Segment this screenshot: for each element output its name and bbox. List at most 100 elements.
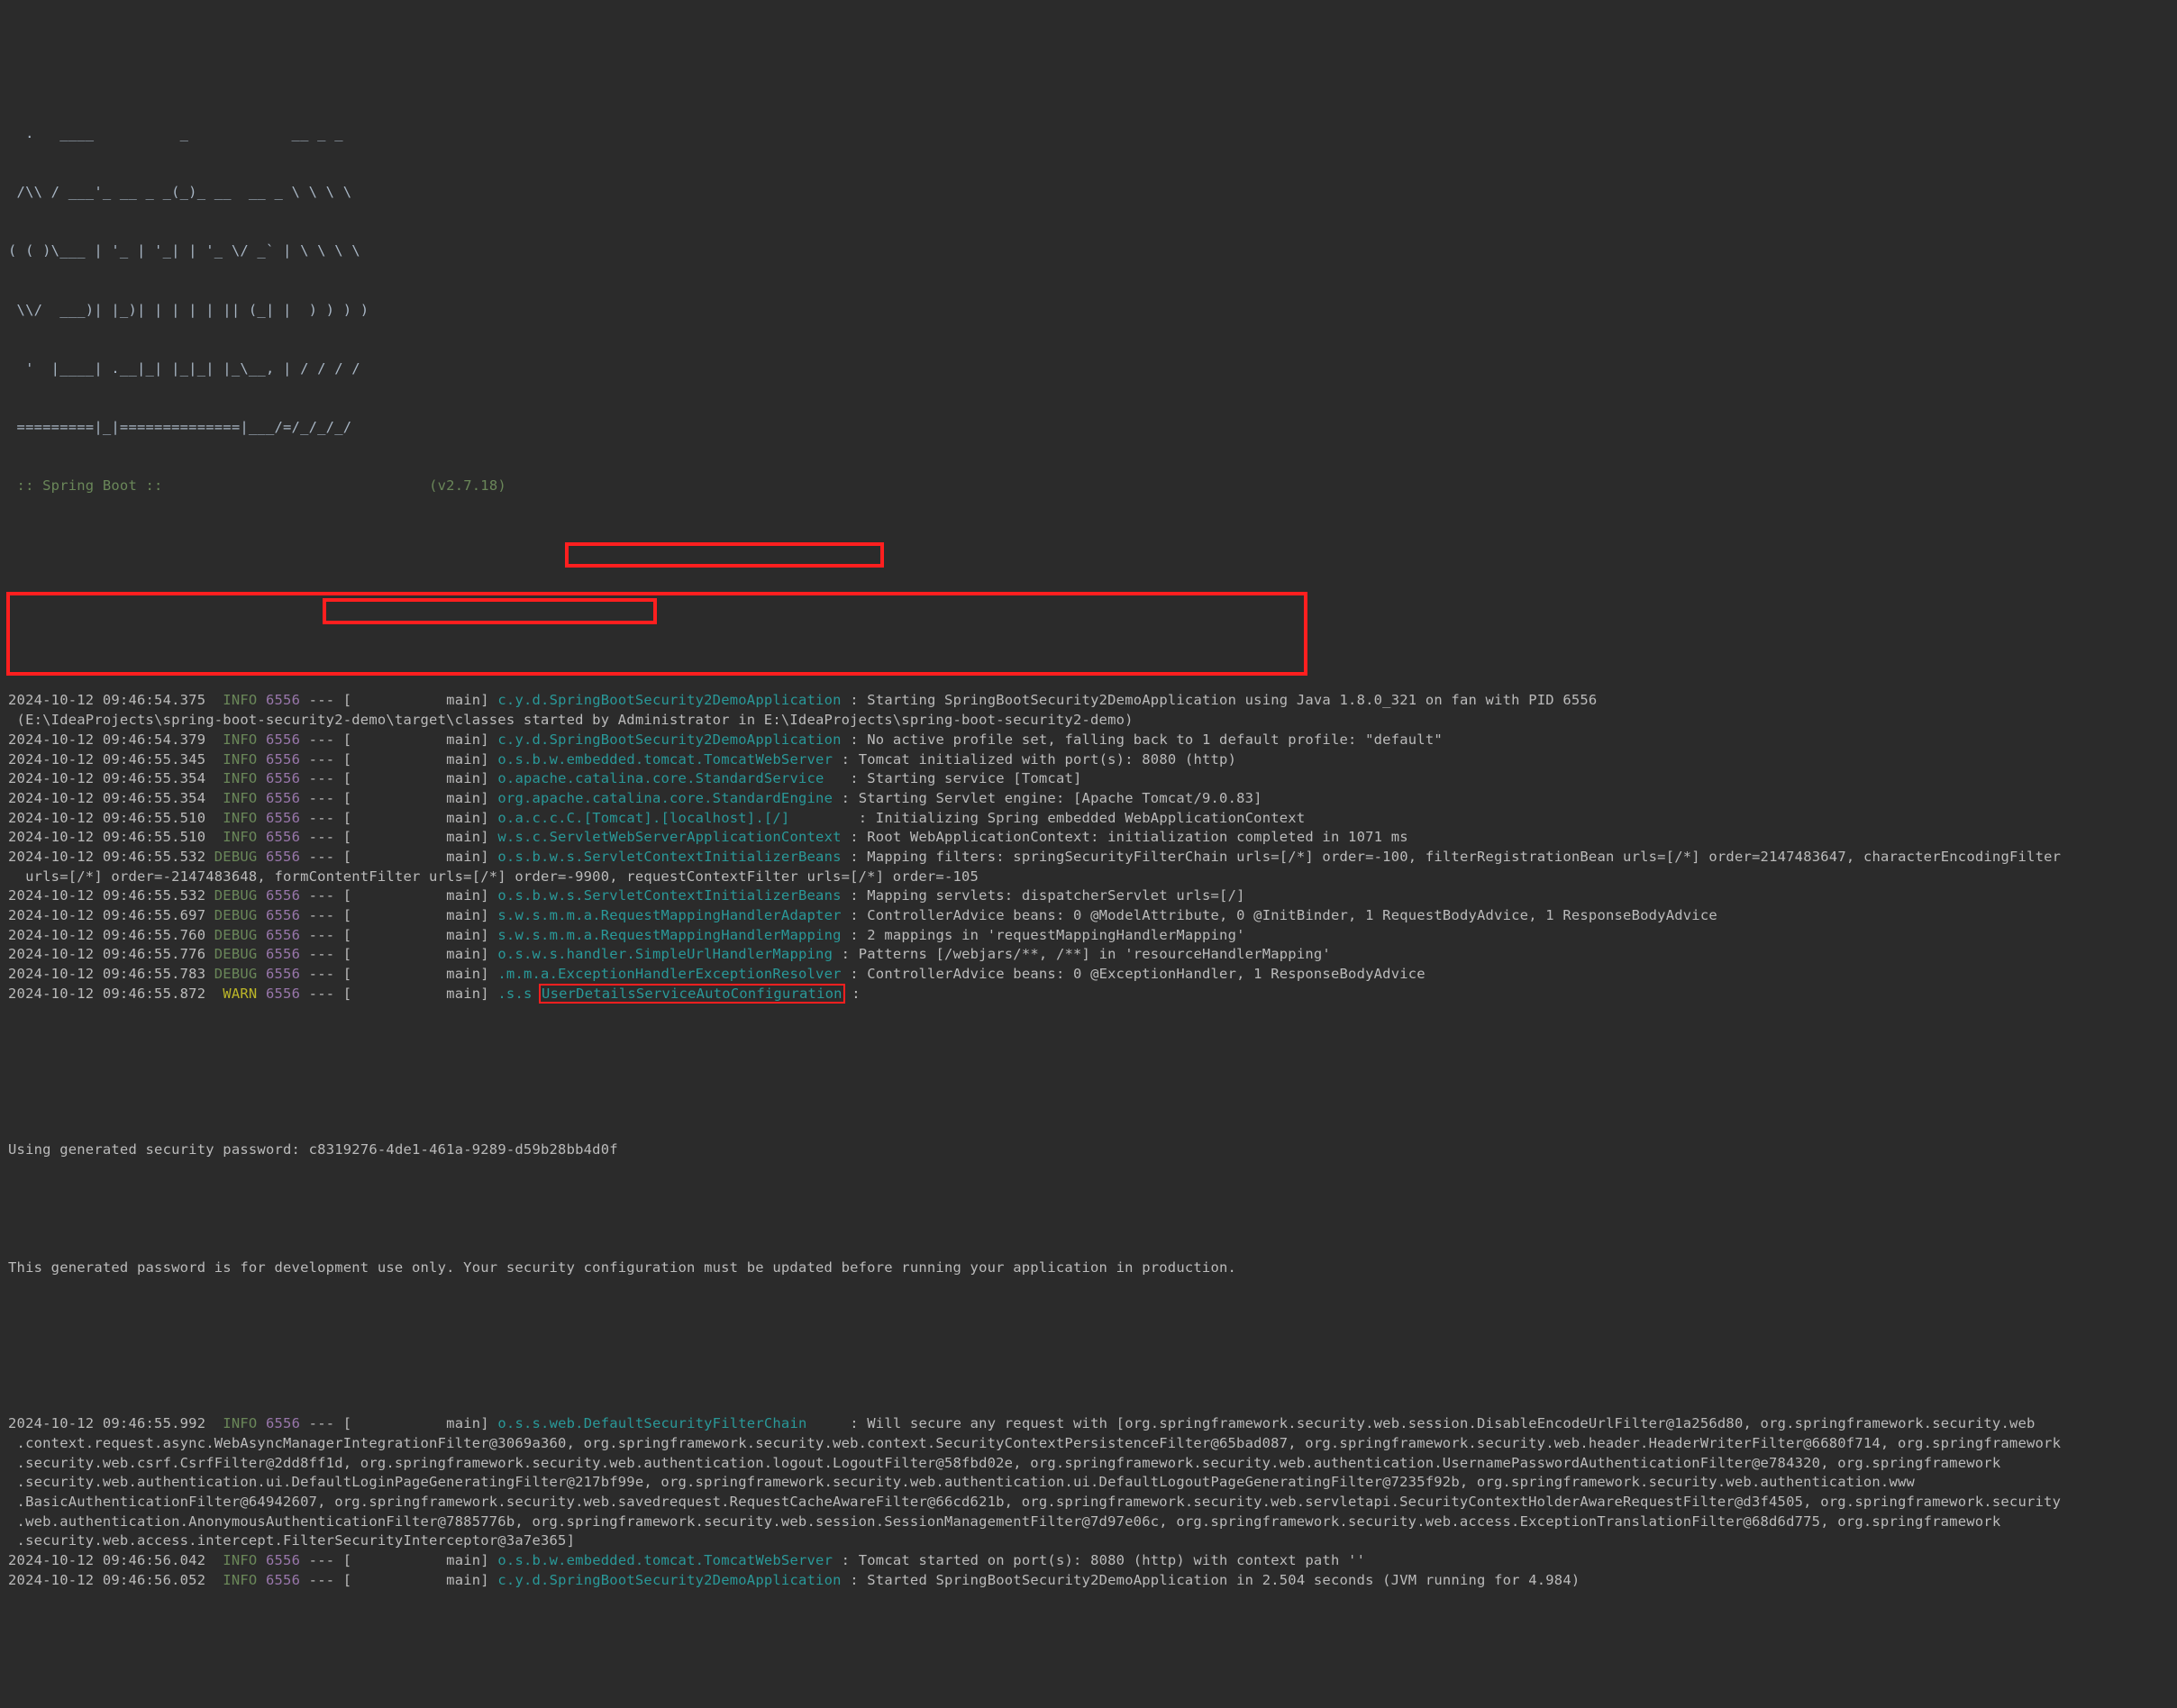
log-pid: 6556 [265, 966, 301, 983]
password-gap-mid [0, 1199, 2177, 1219]
log-timestamp: 2024-10-12 09:46:55.354 [8, 789, 214, 806]
generated-password-value[interactable]: c8319276-4de1-461a-9289-d59b28bb4d0f [309, 1141, 618, 1158]
log-timestamp: 2024-10-12 09:46:55.992 [8, 1415, 214, 1432]
banner-version: (v2.7.18) [429, 477, 506, 494]
log-message: : Mapping servlets: dispatcherServlet ur… [850, 887, 1245, 904]
log-separator: --- [300, 1551, 343, 1568]
log-separator: --- [300, 789, 343, 806]
log-separator: --- [300, 1415, 343, 1432]
log-level: INFO [214, 1571, 258, 1588]
console-output[interactable]: . ____ _ __ _ _ /\\ / ___'_ __ _ _(_)_ _… [0, 0, 2177, 1588]
log-thread: [ main] [342, 692, 498, 709]
log-timestamp: 2024-10-12 09:46:55.760 [8, 926, 214, 943]
log-space [257, 770, 266, 786]
log-thread: [ main] [342, 1415, 498, 1432]
log-message: : No active profile set, falling back to… [850, 731, 1443, 748]
log-message: : Starting service [Tomcat] [833, 770, 1082, 787]
log-pid: 6556 [265, 1551, 301, 1568]
log-pid: 6556 [265, 887, 301, 904]
log-timestamp: 2024-10-12 09:46:55.510 [8, 809, 214, 826]
banner-line: =========|_|==============|___/=/_/_/_/ [8, 418, 352, 435]
log-space [257, 829, 266, 845]
log-level: WARN [214, 985, 258, 1002]
log-logger: s.w.s.m.m.a.RequestMappingHandlerMapping [497, 926, 851, 943]
log-space [257, 810, 266, 826]
log-line-continuation: .security.web.csrf.CsrfFilter@2dd8ff1d, … [8, 1454, 2001, 1471]
log-logger: c.y.d.SpringBootSecurity2DemoApplication [497, 1571, 851, 1588]
banner-footer: :: Spring Boot :: (v2.7.18) [0, 477, 2177, 496]
log-message: : Patterns [/webjars/**, /**] in 'resour… [841, 946, 1331, 963]
log-line: 2024-10-12 09:46:56.052 INFO 6556 --- [ … [0, 1571, 2177, 1591]
log-logger: o.s.w.s.handler.SimpleUrlHandlerMapping [497, 946, 842, 963]
log-space [257, 751, 266, 768]
log-line: 2024-10-12 09:46:55.532 DEBUG 6556 --- [… [0, 886, 2177, 906]
log-timestamp: 2024-10-12 09:46:55.510 [8, 829, 214, 846]
log-thread: [ main] [342, 789, 498, 806]
log-space [257, 966, 266, 982]
log-pid: 6556 [265, 907, 301, 924]
log-line-continuation: .security.web.authentication.ui.DefaultL… [8, 1474, 1916, 1491]
spring-boot-banner: . ____ _ __ _ _ /\\ / ___'_ __ _ _(_)_ _… [0, 86, 2177, 535]
log-logger-highlighted[interactable]: UserDetailsServiceAutoConfiguration [539, 983, 845, 1004]
log-space [257, 1415, 266, 1431]
log-line-list: 2024-10-12 09:46:54.375 INFO 6556 --- [ … [0, 691, 2177, 1004]
log-line-continuation: .BasicAuthenticationFilter@64942607, org… [8, 1493, 2062, 1510]
log-logger: org.apache.catalina.core.StandardEngine [497, 789, 842, 806]
log-line: 2024-10-12 09:46:55.776 DEBUG 6556 --- [… [0, 945, 2177, 965]
log-logger: s.w.s.m.m.a.RequestMappingHandlerAdapter [497, 907, 851, 924]
log-level: INFO [214, 770, 258, 787]
log-space [257, 927, 266, 943]
log-timestamp: 2024-10-12 09:46:55.345 [8, 750, 214, 768]
log-line: 2024-10-12 09:46:55.697 DEBUG 6556 --- [… [0, 906, 2177, 926]
log-thread: [ main] [342, 926, 498, 943]
log-separator: --- [300, 770, 343, 787]
log-level: INFO [214, 692, 258, 709]
password-notice: This generated password is for developme… [8, 1258, 1237, 1276]
log-level: DEBUG [214, 848, 258, 865]
log-separator: --- [300, 829, 343, 846]
log-space [257, 692, 266, 708]
log-logger: o.s.b.w.embedded.tomcat.TomcatWebServer [497, 750, 842, 768]
log-thread: [ main] [342, 731, 498, 748]
log-space [257, 1552, 266, 1568]
log-message: : Root WebApplicationContext: initializa… [850, 829, 1408, 846]
log-level: INFO [214, 1551, 258, 1568]
log-line-list-tail: 2024-10-12 09:46:55.992 INFO 6556 --- [ … [0, 1414, 2177, 1590]
log-separator: --- [300, 887, 343, 904]
log-line: 2024-10-12 09:46:55.345 INFO 6556 --- [ … [0, 750, 2177, 770]
log-message: : Tomcat initialized with port(s): 8080 … [841, 750, 1237, 768]
log-level: INFO [214, 731, 258, 748]
log-line: 2024-10-12 09:46:55.783 DEBUG 6556 --- [… [0, 965, 2177, 985]
log-line: 2024-10-12 09:46:55.510 INFO 6556 --- [ … [0, 828, 2177, 848]
log-pid: 6556 [265, 1571, 301, 1588]
log-level: INFO [214, 1415, 258, 1432]
log-space [257, 790, 266, 806]
log-line: 2024-10-12 09:46:55.354 INFO 6556 --- [ … [0, 769, 2177, 789]
log-thread: [ main] [342, 1551, 498, 1568]
log-thread: [ main] [342, 966, 498, 983]
log-message: : Starting Servlet engine: [Apache Tomca… [841, 789, 1262, 806]
log-logger: o.a.c.c.C.[Tomcat].[localhost].[/] [497, 809, 798, 826]
log-thread: [ main] [342, 750, 498, 768]
log-line-continuation: .security.web.access.intercept.FilterSec… [8, 1532, 576, 1549]
log-line: 2024-10-12 09:46:56.042 INFO 6556 --- [ … [0, 1551, 2177, 1571]
log-line: 2024-10-12 09:46:55.532 DEBUG 6556 --- [… [0, 848, 2177, 868]
log-pid: 6556 [265, 1415, 301, 1432]
log-level: INFO [214, 750, 258, 768]
log-level: INFO [214, 809, 258, 826]
log-space [257, 946, 266, 962]
log-logger: w.s.c.ServletWebServerApplicationContext [497, 829, 851, 846]
log-message: : Mapping filters: springSecurityFilterC… [850, 848, 2062, 865]
log-line-continuation: (E:\IdeaProjects\spring-boot-security2-d… [8, 712, 1134, 729]
password-gap-bottom [0, 1317, 2177, 1337]
log-message: : Starting SpringBootSecurity2DemoApplic… [850, 692, 1598, 709]
log-separator: --- [300, 907, 343, 924]
log-timestamp: 2024-10-12 09:46:54.375 [8, 692, 214, 709]
log-message: : ControllerAdvice beans: 0 @ModelAttrib… [850, 907, 1717, 924]
log-timestamp: 2024-10-12 09:46:56.052 [8, 1571, 214, 1588]
password-gap-top [0, 1082, 2177, 1102]
log-logger: o.s.b.w.embedded.tomcat.TomcatWebServer [497, 1551, 842, 1568]
log-message: : Will secure any request with [org.spri… [815, 1415, 2036, 1432]
log-pid: 6556 [265, 789, 301, 806]
log-level: DEBUG [214, 946, 258, 963]
